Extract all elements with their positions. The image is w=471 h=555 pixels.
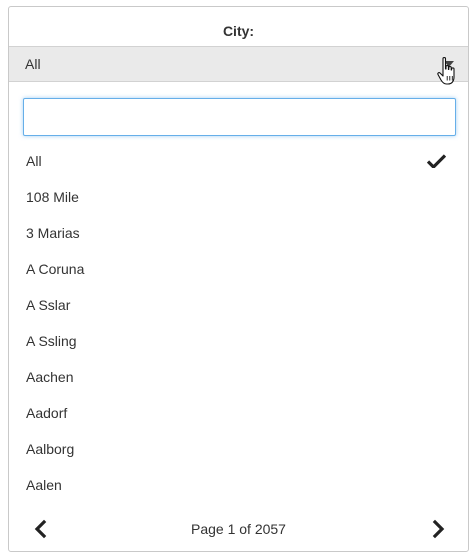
list-item[interactable]: 3 Marias	[9, 215, 468, 251]
list-item[interactable]: 108 Mile	[9, 179, 468, 215]
search-input[interactable]	[23, 98, 456, 136]
list-item[interactable]: Aachen	[9, 359, 468, 395]
page-indicator: Page 1 of 2057	[191, 521, 286, 537]
option-label: 3 Marias	[26, 225, 80, 241]
list-item[interactable]: A Coruna	[9, 251, 468, 287]
option-label: Aalen	[26, 477, 62, 493]
option-label: Aalborg	[26, 441, 75, 457]
option-label: Aadorf	[26, 405, 68, 421]
option-label: A Ssling	[26, 333, 77, 349]
city-filter-panel: City: All All 108 Mile 3 Marias A Coruna…	[8, 6, 469, 552]
list-item[interactable]: Aalborg	[9, 431, 468, 467]
pagination: Page 1 of 2057	[9, 507, 468, 551]
option-label: 108 Mile	[26, 189, 79, 205]
options-list: All 108 Mile 3 Marias A Coruna A Sslar A…	[9, 143, 468, 503]
selected-value: All	[25, 56, 41, 72]
list-item[interactable]: A Sslar	[9, 287, 468, 323]
checkmark-icon	[427, 154, 446, 168]
option-label: Aachen	[26, 369, 74, 385]
hand-pointer-icon	[437, 56, 455, 85]
option-label: A Sslar	[26, 297, 71, 313]
list-item[interactable]: All	[9, 143, 468, 179]
list-item[interactable]: Aalen	[9, 467, 468, 503]
list-item[interactable]: A Ssling	[9, 323, 468, 359]
city-select[interactable]: All	[9, 46, 468, 82]
chevron-right-icon[interactable]	[428, 519, 448, 539]
option-label: All	[26, 153, 42, 169]
option-label: A Coruna	[26, 261, 85, 277]
filter-title: City:	[222, 23, 255, 39]
list-item[interactable]: Aadorf	[9, 395, 468, 431]
